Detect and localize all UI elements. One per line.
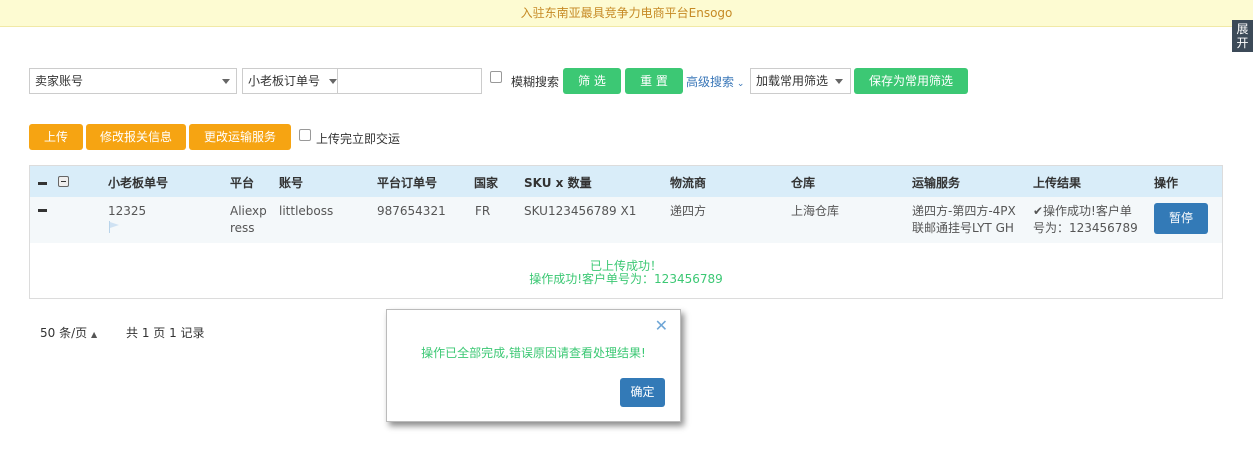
order-field-select[interactable]: 小老板订单号 (242, 68, 337, 94)
pause-button[interactable]: 暂停 (1154, 203, 1208, 234)
cell-order-no: 12325 (108, 204, 147, 218)
header-operation: 操作 (1154, 176, 1179, 190)
expand-tab-label-2: 开 (1236, 36, 1249, 50)
flag-icon[interactable] (109, 221, 119, 233)
close-icon[interactable]: ✕ (655, 316, 668, 335)
cell-platform-line2: ress (230, 221, 255, 235)
load-filter-select[interactable]: 加载常用筛选 (750, 68, 851, 94)
header-warehouse: 仓库 (791, 176, 816, 190)
result-dialog: ✕ 操作已全部完成,错误原因请查看处理结果! 确定 (386, 309, 681, 422)
expand-side-tab[interactable]: 展 开 (1232, 20, 1253, 52)
cell-shipping-line2: 联邮通挂号LYT GH (912, 221, 1014, 235)
chevron-down-icon (835, 79, 843, 84)
auto-ship-checkbox[interactable] (299, 129, 311, 141)
promo-banner[interactable]: 入驻东南亚最具竞争力电商平台Ensogo (0, 0, 1253, 27)
fuzzy-search-checkbox[interactable] (490, 71, 502, 83)
cell-platform: Aliexp ress (230, 203, 267, 237)
header-account: 账号 (279, 176, 304, 190)
seller-account-value: 卖家账号 (35, 74, 84, 88)
cell-carrier: 递四方 (670, 204, 707, 218)
load-filter-value: 加载常用筛选 (756, 74, 829, 88)
cell-platform-line1: Aliexp (230, 204, 267, 218)
header-platform: 平台 (230, 176, 255, 190)
page-size-label: 50 条/页 (40, 326, 88, 340)
cell-shipping-service: 递四方-第四方-4PX 联邮通挂号LYT GH (912, 203, 1016, 237)
edit-customs-button[interactable]: 修改报关信息 (86, 124, 186, 150)
header-shipping-service: 运输服务 (912, 176, 961, 190)
orders-table: 小老板单号 平台 账号 平台订单号 国家 SKU x 数量 物流商 仓库 运输服… (29, 165, 1223, 299)
cell-sku-qty: SKU123456789 X1 (524, 204, 637, 218)
cell-shipping-line1: 递四方-第四方-4PX (912, 204, 1016, 218)
change-shipping-button[interactable]: 更改运输服务 (189, 124, 291, 150)
upload-detail-text: 操作成功!客户单号为：123456789 (529, 272, 723, 286)
header-sku-qty: SKU x 数量 (524, 176, 592, 190)
header-order-no: 小老板单号 (108, 176, 169, 190)
header-upload-result: 上传结果 (1033, 176, 1082, 190)
cell-platform-order: 987654321 (377, 204, 446, 218)
confirm-button[interactable]: 确定 (620, 378, 665, 407)
header-platform-order: 平台订单号 (377, 176, 438, 190)
auto-ship-label: 上传完立即交运 (316, 132, 401, 146)
collapse-row-icon[interactable] (38, 209, 47, 212)
select-all-checkbox[interactable] (58, 176, 69, 187)
cell-account: littleboss (279, 204, 334, 218)
header-carrier: 物流商 (670, 176, 707, 190)
order-field-value: 小老板订单号 (248, 74, 321, 88)
chevron-down-icon (222, 79, 230, 84)
pagination-summary: 共 1 页 1 记录 (126, 326, 205, 340)
chevron-down-icon: ⌄ (734, 79, 745, 89)
cell-country: FR (475, 204, 491, 218)
fuzzy-search-label: 模糊搜索 (511, 75, 560, 89)
table-row: 12325 Aliexp ress littleboss 987654321 F… (30, 197, 1222, 243)
page-size-select[interactable]: 50 条/页 ▲ (40, 324, 97, 341)
chevron-down-icon (329, 79, 337, 84)
seller-account-select[interactable]: 卖家账号 (29, 68, 237, 94)
collapse-all-icon[interactable] (38, 182, 47, 185)
dialog-message: 操作已全部完成,错误原因请查看处理结果! (421, 346, 646, 360)
header-country: 国家 (474, 176, 499, 190)
save-filter-button[interactable]: 保存为常用筛选 (854, 68, 968, 94)
cell-warehouse: 上海仓库 (791, 204, 840, 218)
cell-result-line1: ✔操作成功!客户单 (1033, 204, 1132, 218)
caret-up-icon: ▲ (90, 330, 98, 339)
advanced-search-label: 高级搜索 (686, 75, 735, 89)
filter-button[interactable]: 筛 选 (563, 68, 621, 94)
table-header: 小老板单号 平台 账号 平台订单号 国家 SKU x 数量 物流商 仓库 运输服… (30, 166, 1222, 197)
upload-button[interactable]: 上传 (29, 124, 83, 150)
search-input[interactable] (337, 68, 482, 94)
cell-result-line2: 号为：123456789 (1033, 221, 1138, 235)
reset-button[interactable]: 重 置 (625, 68, 683, 94)
advanced-search-link[interactable]: 高级搜索 ⌄ (686, 73, 744, 90)
cell-upload-result: ✔操作成功!客户单 号为：123456789 (1033, 203, 1138, 237)
expand-tab-label-1: 展 (1236, 22, 1249, 36)
